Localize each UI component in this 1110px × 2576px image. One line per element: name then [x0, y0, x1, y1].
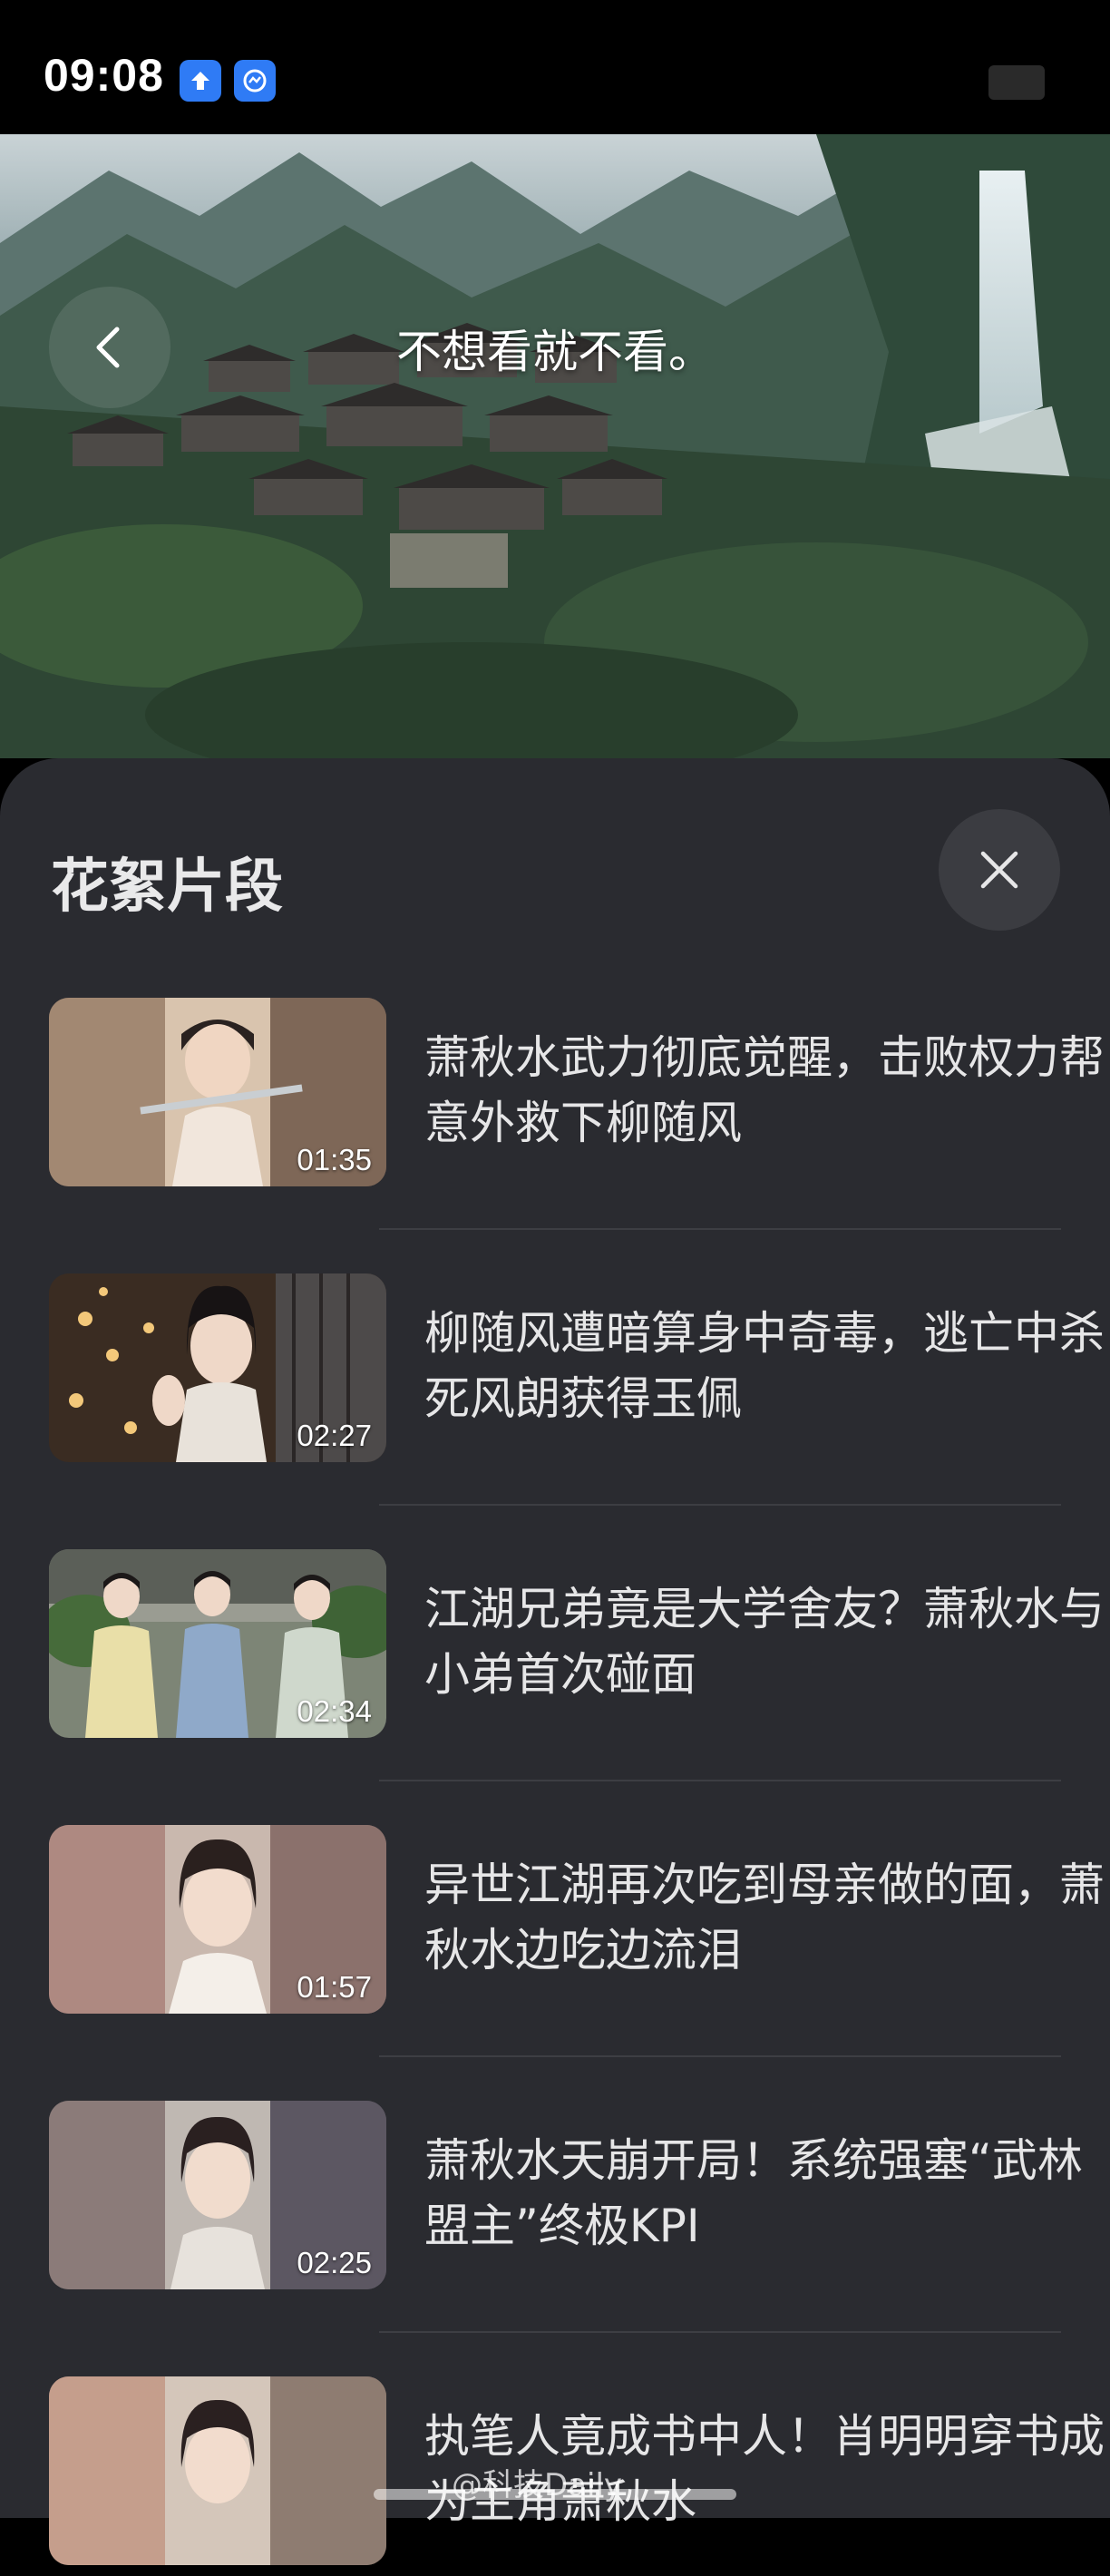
divider [379, 1228, 1061, 1230]
clip-item[interactable]: 01:35 萧秋水武力彻底觉醒，击败权力帮意外救下柳随风 [49, 998, 1105, 1197]
clip-thumbnail [49, 2376, 386, 2565]
clip-title: 柳随风遭暗算身中奇毒，逃亡中杀死风朗获得玉佩 [424, 1307, 1105, 1425]
divider [379, 1780, 1061, 1781]
clip-duration: 02:25 [297, 2246, 372, 2279]
clip-item[interactable]: 02:25 萧秋水天崩开局！系统强塞“武林盟主”终极KPI [49, 2101, 1083, 2300]
upload-notification-icon [180, 60, 221, 102]
clip-thumbnail: 01:35 [49, 998, 386, 1186]
clip-item[interactable]: 02:27 柳随风遭暗算身中奇毒，逃亡中杀死风朗获得玉佩 [49, 1273, 1105, 1473]
app-notification-icon [234, 60, 276, 102]
battery-icon [988, 65, 1045, 100]
clip-thumbnail: 01:57 [49, 1825, 386, 2014]
home-indicator[interactable] [374, 2489, 736, 2500]
close-icon [980, 851, 1018, 889]
clip-title: 江湖兄弟竟是大学舍友？萧秋水与小弟首次碰面 [424, 1583, 1105, 1701]
clip-thumbnail: 02:25 [49, 2101, 386, 2289]
clip-thumbnail: 02:27 [49, 1273, 386, 1462]
clip-duration: 01:57 [297, 1970, 372, 2004]
divider [379, 2331, 1061, 2333]
clip-title: 萧秋水天崩开局！系统强塞“武林盟主”终极KPI [424, 2134, 1083, 2252]
behind-the-scenes-sheet: 花絮片段 01:35 萧秋水武力彻底觉醒，击败权力帮意外救下柳随风 02:27 … [0, 758, 1110, 2565]
clip-item[interactable]: 02:34 江湖兄弟竟是大学舍友？萧秋水与小弟首次碰面 [49, 1549, 1105, 1749]
close-button[interactable] [939, 809, 1060, 931]
clip-item[interactable]: 01:57 异世江湖再次吃到母亲做的面，萧秋水边吃边流泪 [49, 1825, 1105, 2025]
video-title: 不想看就不看。 [396, 326, 714, 378]
status-time: 09:08 [44, 50, 164, 101]
clip-duration: 02:34 [297, 1694, 372, 1728]
clip-duration: 02:27 [297, 1419, 372, 1452]
clip-title: 异世江湖再次吃到母亲做的面，萧秋水边吃边流泪 [424, 1859, 1105, 1976]
video-player[interactable]: 不想看就不看。 [0, 134, 1110, 758]
clip-title: 萧秋水武力彻底觉醒，击败权力帮意外救下柳随风 [424, 1031, 1105, 1149]
sheet-title: 花絮片段 [51, 854, 283, 921]
video-frame-scenery [0, 134, 1110, 758]
status-bar: 09:08 [0, 0, 1110, 134]
clip-thumbnail: 02:34 [49, 1549, 386, 1738]
divider [379, 1504, 1061, 1506]
clip-duration: 01:35 [297, 1143, 372, 1176]
divider [379, 2055, 1061, 2057]
